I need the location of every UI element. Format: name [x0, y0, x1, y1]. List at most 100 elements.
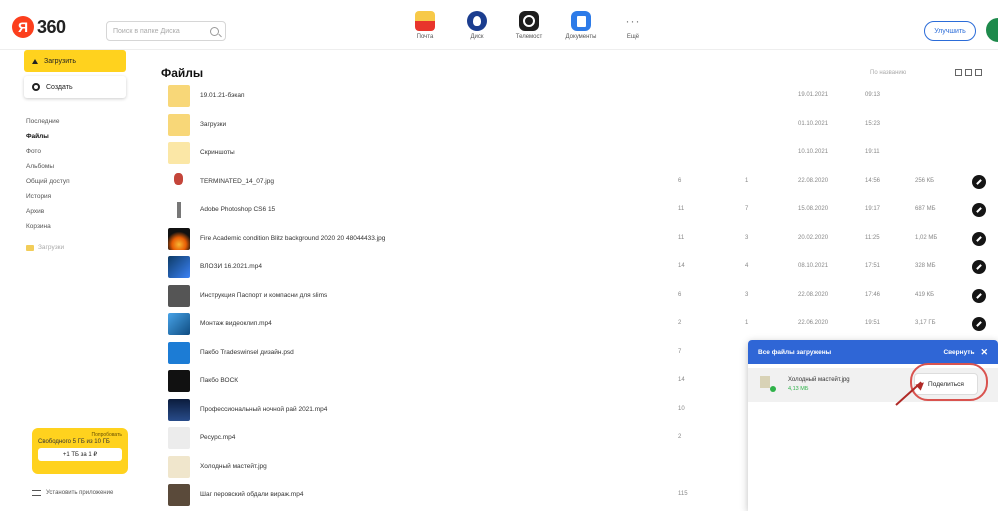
file-thumbnail [168, 170, 190, 193]
service-telemost[interactable]: Телемост [514, 11, 544, 40]
service-disk[interactable]: Диск [462, 11, 492, 40]
file-downloads-count: 3 [745, 234, 749, 241]
share-link-icon[interactable] [972, 203, 986, 217]
promo-text: Свободного 5 ГБ из 10 ГБ [38, 439, 110, 445]
file-downloads-count: 3 [745, 291, 749, 298]
install-app-link[interactable]: Установить приложение [32, 490, 113, 496]
file-date: 10.10.2021 [798, 149, 829, 155]
file-time: 19:17 [865, 206, 881, 212]
services-bar: Почта Диск Телемост Документы ··· Ещё [410, 11, 648, 40]
service-mail-label: Почта [416, 34, 434, 40]
file-thumbnail [168, 142, 190, 164]
file-time: 09:13 [865, 92, 881, 98]
file-date: 15.08.2020 [798, 206, 829, 212]
upload-panel-title: Все файлы загружены [758, 348, 832, 356]
file-time: 19:11 [865, 149, 880, 155]
sidebar-item-recent[interactable]: Последние [24, 114, 134, 129]
file-date: 20.02.2020 [798, 234, 829, 241]
create-button[interactable]: Создать [24, 76, 126, 98]
upload-panel-hide-button[interactable]: Свернуть [943, 349, 974, 356]
close-icon[interactable]: ✕ [980, 347, 988, 358]
file-row[interactable]: Инструкция Паспорт и компасни для slims 6… [160, 282, 998, 310]
share-link-icon[interactable] [972, 174, 986, 189]
folder-icon [26, 244, 34, 251]
service-mail[interactable]: Почта [410, 11, 440, 40]
file-name: Загрузки [200, 120, 227, 128]
file-views-count: 14 [678, 263, 685, 269]
file-row[interactable]: 19.01.21-бэкап 19.01.2021 09:13 [160, 82, 998, 110]
file-row[interactable]: ВЛОЗИ 16.2021.mp4 14 4 08.10.2021 17:51 328 М… [160, 253, 998, 281]
file-thumbnail [760, 376, 770, 388]
file-thumbnail [168, 484, 190, 506]
file-size: 3,17 ГБ [915, 320, 936, 326]
upgrade-button[interactable]: Улучшить [924, 21, 976, 41]
file-name: Fire Academic condition Blitz background… [200, 234, 386, 242]
file-row[interactable]: Загрузки 01.10.2021 15:23 [160, 111, 998, 139]
file-date: 08.10.2021 [798, 263, 829, 269]
file-downloads-count: 1 [745, 320, 749, 326]
file-thumbnail [168, 427, 190, 449]
upload-button[interactable]: Загрузить [24, 50, 126, 72]
grid-view-icon[interactable] [955, 69, 962, 76]
file-name: TERMINATED_14_07.jpg [200, 177, 274, 185]
file-downloads-count: 4 [745, 263, 749, 269]
service-telemost-label: Телемост [515, 34, 543, 40]
service-documents[interactable]: Документы [566, 11, 596, 40]
documents-icon [571, 11, 591, 31]
file-downloads-count: 7 [745, 206, 749, 212]
service-more[interactable]: ··· Ещё [618, 11, 648, 40]
promo-try-link[interactable]: Попробовать [38, 432, 122, 438]
file-size: 328 МБ [915, 263, 936, 269]
share-link-icon[interactable] [972, 260, 986, 274]
file-thumbnail [168, 370, 190, 392]
search-icon[interactable] [210, 26, 219, 36]
sidebar-item-archive[interactable]: Архив [24, 204, 134, 219]
file-size: 687 МБ [915, 206, 936, 212]
file-views-count: 2 [678, 320, 682, 326]
sidebar-nav: Последние Файлы Фото Альбомы Общий досту… [24, 114, 134, 255]
promo-buy-button[interactable]: +1 ТБ за 1 ₽ [38, 448, 122, 461]
sidebar-folder-label: Загрузки [38, 244, 65, 251]
file-views-count: 6 [678, 177, 682, 184]
file-views-count: 7 [678, 348, 682, 355]
file-downloads-count: 1 [745, 177, 749, 184]
file-date: 22.08.2020 [798, 291, 829, 298]
sort-dropdown[interactable]: По названию [870, 70, 906, 76]
file-name: Шаг перовский обдали вираж.mp4 [200, 491, 304, 498]
tile-view-icon[interactable] [965, 69, 972, 76]
file-row[interactable]: Adobe Photoshop CS6 15 11 7 15.08.2020 19:17… [160, 196, 998, 224]
sidebar-item-files[interactable]: Файлы [24, 129, 134, 144]
file-views-count: 6 [678, 291, 682, 298]
upload-item-size: 4,13 МБ [788, 386, 809, 392]
search-input[interactable]: Поиск в папке Диска [106, 21, 226, 41]
file-name: Скриншоты [200, 149, 235, 156]
file-name: ВЛОЗИ 16.2021.mp4 [200, 263, 262, 270]
file-name: Пакбо ВОСК [200, 377, 239, 384]
sidebar-item-photo[interactable]: Фото [24, 144, 134, 159]
yandex-360-logo[interactable]: Я 360 [12, 16, 66, 38]
file-views-count: 10 [678, 405, 685, 412]
file-name: Adobe Photoshop CS6 15 [200, 206, 276, 213]
sidebar-item-shared[interactable]: Общий доступ [24, 174, 134, 189]
list-view-icon[interactable] [975, 69, 982, 76]
file-thumbnail [168, 199, 190, 221]
yandex-logo-icon: Я [12, 16, 34, 38]
file-row[interactable]: Скриншоты 10.10.2021 19:11 [160, 139, 998, 167]
file-row[interactable]: Монтаж видеоклип.mp4 2 1 22.06.2020 19:51 3,1… [160, 310, 998, 338]
telemost-icon [519, 11, 539, 31]
avatar[interactable] [986, 18, 998, 42]
file-date: 01.10.2021 [798, 120, 829, 127]
share-link-icon[interactable] [972, 288, 986, 303]
share-link-icon[interactable] [972, 231, 986, 246]
file-time: 17:51 [865, 263, 881, 269]
file-views-count: 2 [678, 434, 682, 440]
share-link-icon[interactable] [972, 317, 986, 331]
sidebar-item-downloads[interactable]: Загрузки [24, 240, 134, 255]
file-size: 256 КБ [915, 177, 935, 184]
upload-button-label: Загрузить [44, 57, 76, 65]
sidebar-item-history[interactable]: История [24, 189, 134, 204]
sidebar-item-albums[interactable]: Альбомы [24, 159, 134, 174]
file-row[interactable]: TERMINATED_14_07.jpg 6 1 22.08.2020 14:56 256… [160, 168, 998, 196]
file-row[interactable]: Fire Academic condition Blitz background… [160, 225, 998, 253]
sidebar-item-trash[interactable]: Корзина [24, 219, 134, 234]
